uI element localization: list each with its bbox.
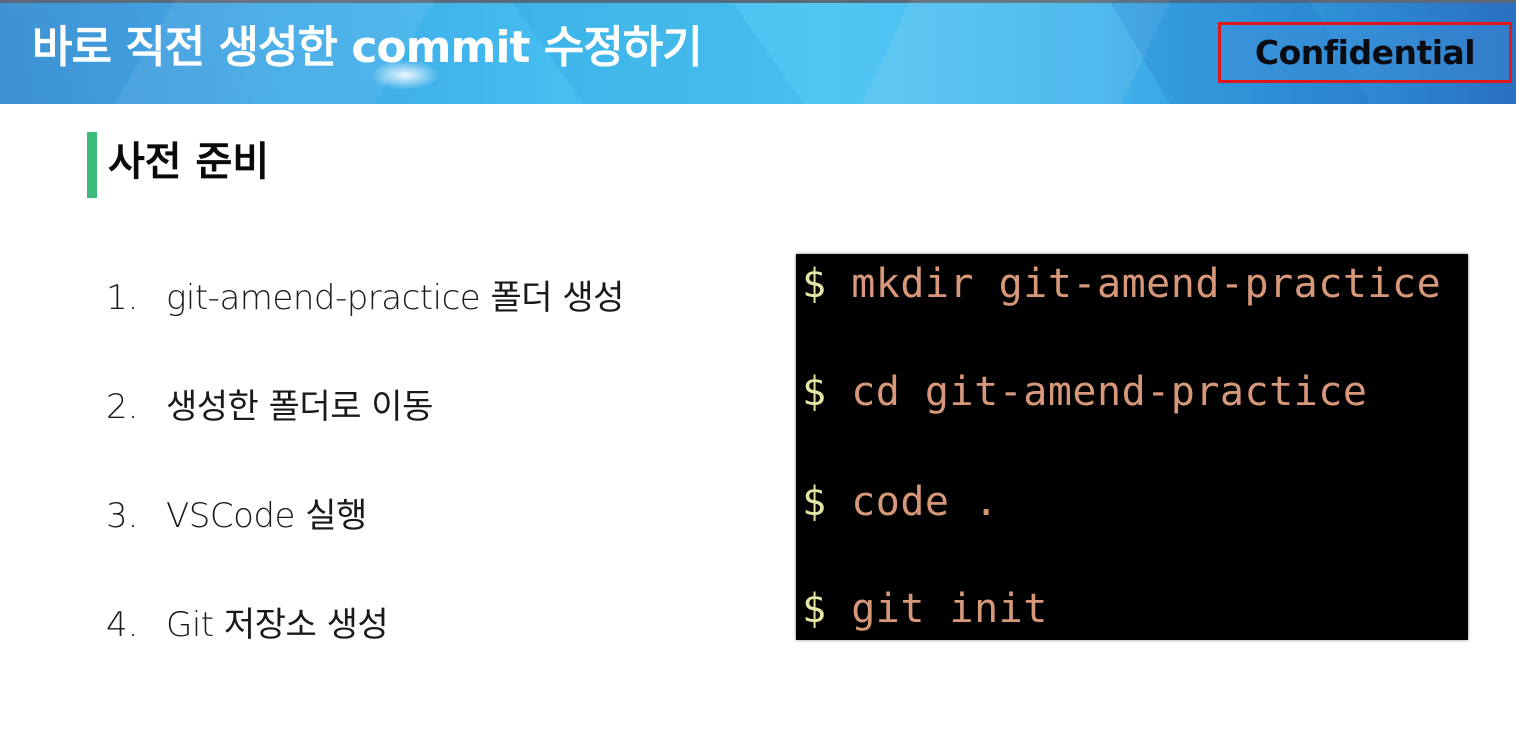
step-number: 2.: [106, 387, 139, 427]
step-number: 4.: [106, 605, 139, 645]
prompt-symbol: $: [802, 586, 827, 632]
step-number: 1.: [106, 278, 139, 318]
terminal-line: $ git init: [802, 581, 1048, 637]
terminal-line: $ cd git-amend-practice: [802, 364, 1367, 420]
terminal-line: $ mkdir git-amend-practice: [802, 256, 1441, 312]
prompt-symbol: $: [802, 369, 827, 415]
terminal-block: $ mkdir git-amend-practice $ cd git-amen…: [796, 254, 1468, 640]
header-banner: 바로 직전 생성한 commit 수정하기 Confidential: [0, 0, 1516, 104]
terminal-line: $ code .: [802, 474, 999, 530]
step-text: VSCode 실행: [166, 496, 367, 536]
command-text: cd git-amend-practice: [851, 369, 1368, 415]
confidential-badge: Confidential: [1218, 22, 1512, 83]
step-text: git-amend-practice 폴더 생성: [166, 278, 624, 318]
command-text: mkdir git-amend-practice: [851, 261, 1442, 307]
step-text: Git 저장소 생성: [166, 605, 389, 645]
step-number: 3.: [106, 496, 139, 536]
confidential-label: Confidential: [1254, 33, 1476, 72]
prompt-symbol: $: [802, 479, 827, 525]
step-text: 생성한 폴더로 이동: [166, 387, 433, 427]
slide-title: 바로 직전 생성한 commit 수정하기: [32, 22, 703, 73]
section-title: 사전 준비: [108, 139, 270, 185]
prompt-symbol: $: [802, 261, 827, 307]
command-text: git init: [851, 586, 1048, 632]
section-accent-bar: [87, 132, 97, 198]
command-text: code .: [851, 479, 999, 525]
